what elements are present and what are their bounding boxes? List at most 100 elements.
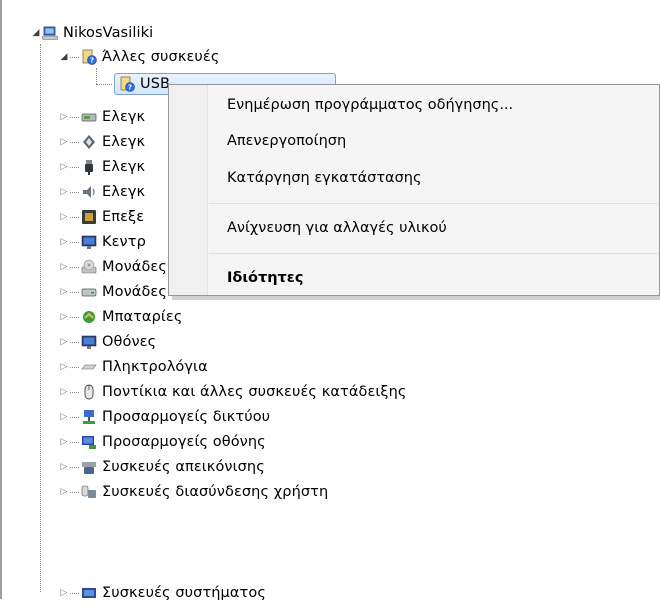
tree-item-label: Ελεγκ (102, 109, 146, 125)
sound-icon (81, 184, 97, 200)
ide-controller-icon (81, 109, 97, 125)
menu-item-update-driver[interactable]: Ενημέρωση προγράμματος οδήγησης... (227, 91, 513, 119)
tree-connector (70, 366, 79, 368)
collapsed-arrow-icon[interactable]: ▷ (58, 487, 70, 497)
dvd-drive-icon (81, 259, 97, 275)
tree-item-category[interactable]: ▷ Ποντίκια και άλλες συσκευές κατάδειξης (58, 380, 407, 404)
tree-item-label: Ποντίκια και άλλες συσκευές κατάδειξης (102, 384, 407, 400)
collapsed-arrow-icon[interactable]: ▷ (58, 262, 70, 272)
disk-drive-icon (81, 284, 97, 300)
tree-connector (70, 191, 79, 193)
context-menu: Ενημέρωση προγράμματος οδήγησης... Απενε… (168, 84, 660, 296)
tree-guide-line (96, 84, 112, 85)
expanded-arrow-icon[interactable]: ◢ (30, 28, 42, 38)
tree-connector (70, 141, 79, 143)
bluetooth-icon (81, 134, 97, 150)
tree-connector (70, 56, 79, 58)
menu-separator (209, 203, 659, 204)
collapsed-arrow-icon[interactable]: ▷ (58, 312, 70, 322)
collapsed-arrow-icon[interactable]: ▷ (58, 337, 70, 347)
tree-item-label: USB (140, 76, 171, 92)
tree-item-category[interactable]: ▷ Ελεγκ (58, 130, 146, 154)
svg-text:?: ? (90, 57, 94, 65)
tree-item-category[interactable]: ▷ Οθόνες (58, 330, 157, 354)
tree-connector (70, 291, 79, 293)
collapsed-arrow-icon[interactable]: ▷ (58, 162, 70, 172)
tree-item-category[interactable]: ▷ Ελεγκ (58, 105, 146, 129)
tree-item-label: Ελεγκ (102, 184, 146, 200)
tree-guide-line (96, 68, 97, 84)
collapsed-arrow-icon[interactable]: ▷ (58, 237, 70, 247)
tree-item-category[interactable]: ▷ Πληκτρολόγια (58, 355, 208, 379)
tree-item-label: Συσκευές διασύνδεσης χρήστη (102, 484, 329, 500)
tree-connector (70, 592, 79, 594)
tree-item-other-devices[interactable]: ◢ ? Άλλες συσκευές (58, 45, 220, 69)
tree-item-category[interactable]: ▷ Συσκευές διασύνδεσης χρήστη (58, 480, 329, 504)
menu-item-uninstall[interactable]: Κατάργηση εγκατάστασης (227, 164, 422, 192)
collapsed-arrow-icon[interactable]: ▷ (58, 588, 70, 598)
tree-item-category[interactable]: ▷ Συσκευές συστήματος (58, 581, 266, 605)
tree-item-label: Συσκευές απεικόνισης (102, 459, 265, 475)
menu-item-disable[interactable]: Απενεργοποίηση (227, 127, 346, 155)
tree-item-root[interactable]: ◢ NikosVasiliki (30, 21, 154, 45)
unknown-device-icon: ? (81, 49, 97, 65)
tree-connector (70, 466, 79, 468)
tree-item-category[interactable]: ▷ Επεξε (58, 205, 145, 229)
tree-item-category[interactable]: ▷ Συσκευές απεικόνισης (58, 455, 265, 479)
tree-item-label: Οθόνες (102, 334, 157, 350)
collapsed-arrow-icon[interactable]: ▷ (58, 212, 70, 222)
keyboard-icon (81, 359, 97, 375)
tree-connector (70, 166, 79, 168)
tree-item-category[interactable]: ▷ Ελεγκ (58, 180, 146, 204)
tree-item-label: Πληκτρολόγια (102, 359, 208, 375)
context-menu-gutter (169, 85, 208, 295)
menu-item-properties[interactable]: Ιδιότητες (227, 264, 303, 292)
collapsed-arrow-icon[interactable]: ▷ (58, 362, 70, 372)
tree-item-label: Προσαρμογείς οθόνης (102, 434, 266, 450)
collapsed-arrow-icon[interactable]: ▷ (58, 112, 70, 122)
usb-icon (81, 159, 97, 175)
tree-item-category[interactable]: ▷ Ελεγκ (58, 155, 145, 179)
tree-item-label: Ελεγκ (102, 159, 146, 175)
collapsed-arrow-icon[interactable]: ▷ (58, 287, 70, 297)
collapsed-arrow-icon[interactable]: ▷ (58, 387, 70, 397)
tree-connector (70, 391, 79, 393)
network-adapter-icon (81, 409, 97, 425)
tree-item-category[interactable]: ▷ Προσαρμογείς δικτύου (58, 405, 271, 429)
hid-icon (81, 484, 97, 500)
computer-icon (42, 25, 58, 41)
tree-connector (70, 216, 79, 218)
monitor-icon (81, 334, 97, 350)
expanded-arrow-icon[interactable]: ◢ (58, 52, 70, 62)
svg-text:?: ? (128, 84, 132, 92)
tree-item-label: Προσαρμογείς δικτύου (102, 409, 271, 425)
tree-item-category[interactable]: ▷ Κεντρ (58, 230, 146, 254)
tree-guide-line (40, 44, 41, 592)
tree-connector (70, 316, 79, 318)
mouse-icon (81, 384, 97, 400)
monitor-icon (81, 234, 97, 250)
imaging-device-icon (81, 459, 97, 475)
tree-connector (70, 441, 79, 443)
collapsed-arrow-icon[interactable]: ▷ (58, 462, 70, 472)
battery-icon (81, 309, 97, 325)
tree-connector (70, 416, 79, 418)
display-adapter-icon (81, 434, 97, 450)
tree-item-label: Κεντρ (102, 234, 146, 250)
tree-item-category[interactable]: ▷ Μπαταρίες (58, 305, 183, 329)
tree-connector (70, 341, 79, 343)
tree-item-label: Επεξε (102, 209, 145, 225)
tree-connector (70, 266, 79, 268)
menu-item-scan-hardware[interactable]: Ανίχνευση για αλλαγές υλικού (227, 214, 447, 242)
collapsed-arrow-icon[interactable]: ▷ (58, 187, 70, 197)
menu-separator (209, 253, 659, 254)
collapsed-arrow-icon[interactable]: ▷ (58, 137, 70, 147)
collapsed-arrow-icon[interactable]: ▷ (58, 412, 70, 422)
tree-item-category[interactable]: ▷ Προσαρμογείς οθόνης (58, 430, 266, 454)
tree-connector (70, 241, 79, 243)
processor-icon (81, 209, 97, 225)
tree-item-label: Μπαταρίες (102, 309, 183, 325)
tree-connector (70, 491, 79, 493)
tree-item-label: Ελεγκ (102, 134, 146, 150)
collapsed-arrow-icon[interactable]: ▷ (58, 437, 70, 447)
